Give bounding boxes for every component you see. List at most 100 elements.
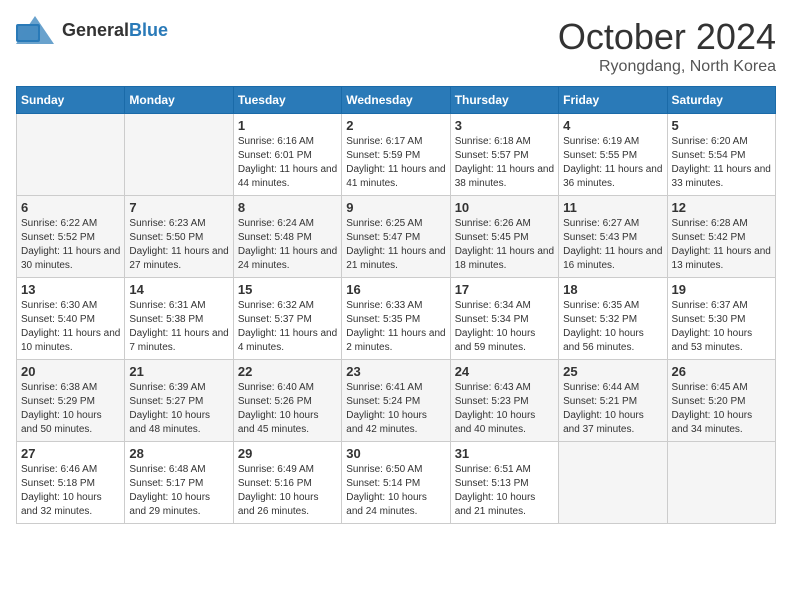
day-info: Sunrise: 6:51 AMSunset: 5:13 PMDaylight:… [455,463,554,519]
day-info: Sunrise: 6:34 AMSunset: 5:34 PMDaylight:… [455,299,554,355]
day-info: Sunrise: 6:44 AMSunset: 5:21 PMDaylight:… [563,381,662,437]
day-number: 6 [21,200,120,215]
calendar-cell [559,442,667,524]
calendar-cell: 22 Sunrise: 6:40 AMSunset: 5:26 PMDayligh… [233,360,341,442]
day-info: Sunrise: 6:19 AMSunset: 5:55 PMDaylight:… [563,135,662,191]
day-info: Sunrise: 6:46 AMSunset: 5:18 PMDaylight:… [21,463,120,519]
day-info: Sunrise: 6:16 AMSunset: 6:01 PMDaylight:… [238,135,337,191]
day-number: 17 [455,282,554,297]
day-number: 31 [455,446,554,461]
week-row-2: 6Sunrise: 6:22 AMSunset: 5:52 PMDaylight… [17,196,776,278]
day-number: 30 [346,446,445,461]
day-number: 22 [238,364,337,379]
day-info: Sunrise: 6:25 AMSunset: 5:47 PMDaylight:… [346,217,445,273]
day-number: 7 [129,200,228,215]
calendar-cell [125,114,233,196]
calendar-cell: 8Sunrise: 6:24 AMSunset: 5:48 PMDaylight… [233,196,341,278]
calendar-cell: 12 Sunrise: 6:28 AMSunset: 5:42 PMDayligh… [667,196,775,278]
calendar-cell: 9 Sunrise: 6:25 AMSunset: 5:47 PMDaylight… [342,196,450,278]
calendar-cell: 18 Sunrise: 6:35 AMSunset: 5:32 PMDayligh… [559,278,667,360]
weekday-header-wednesday: Wednesday [342,87,450,114]
calendar-cell: 10Sunrise: 6:26 AMSunset: 5:45 PMDayligh… [450,196,558,278]
location-title: Ryongdang, North Korea [558,58,776,76]
day-info: Sunrise: 6:41 AMSunset: 5:24 PMDaylight:… [346,381,445,437]
day-number: 9 [346,200,445,215]
day-info: Sunrise: 6:50 AMSunset: 5:14 PMDaylight:… [346,463,445,519]
calendar-cell: 11Sunrise: 6:27 AMSunset: 5:43 PMDayligh… [559,196,667,278]
calendar-cell: 21Sunrise: 6:39 AMSunset: 5:27 PMDayligh… [125,360,233,442]
day-info: Sunrise: 6:28 AMSunset: 5:42 PMDaylight:… [672,217,771,273]
calendar-cell: 29 Sunrise: 6:49 AMSunset: 5:16 PMDayligh… [233,442,341,524]
day-number: 16 [346,282,445,297]
day-info: Sunrise: 6:48 AMSunset: 5:17 PMDaylight:… [129,463,228,519]
day-info: Sunrise: 6:45 AMSunset: 5:20 PMDaylight:… [672,381,771,437]
calendar-cell: 24 Sunrise: 6:43 AMSunset: 5:23 PMDayligh… [450,360,558,442]
calendar-cell: 17 Sunrise: 6:34 AMSunset: 5:34 PMDayligh… [450,278,558,360]
day-number: 14 [129,282,228,297]
day-info: Sunrise: 6:23 AMSunset: 5:50 PMDaylight:… [129,217,228,273]
weekday-header-tuesday: Tuesday [233,87,341,114]
week-row-3: 13Sunrise: 6:30 AMSunset: 5:40 PMDayligh… [17,278,776,360]
day-info: Sunrise: 6:18 AMSunset: 5:57 PMDaylight:… [455,135,554,191]
calendar-cell: 31 Sunrise: 6:51 AMSunset: 5:13 PMDayligh… [450,442,558,524]
day-number: 28 [129,446,228,461]
day-number: 1 [238,118,337,133]
day-info: Sunrise: 6:37 AMSunset: 5:30 PMDaylight:… [672,299,771,355]
day-number: 4 [563,118,662,133]
calendar-cell: 13Sunrise: 6:30 AMSunset: 5:40 PMDayligh… [17,278,125,360]
month-title: October 2024 [558,16,776,58]
calendar-cell [667,442,775,524]
day-number: 13 [21,282,120,297]
calendar-cell: 7 Sunrise: 6:23 AMSunset: 5:50 PMDaylight… [125,196,233,278]
logo: General Blue [16,16,168,44]
calendar-cell: 23 Sunrise: 6:41 AMSunset: 5:24 PMDayligh… [342,360,450,442]
calendar-cell: 2 Sunrise: 6:17 AMSunset: 5:59 PMDaylight… [342,114,450,196]
calendar-cell: 6Sunrise: 6:22 AMSunset: 5:52 PMDaylight… [17,196,125,278]
logo-blue: Blue [129,20,168,41]
day-number: 12 [672,200,771,215]
title-section: October 2024 Ryongdang, North Korea [558,16,776,76]
day-number: 27 [21,446,120,461]
day-number: 2 [346,118,445,133]
day-info: Sunrise: 6:20 AMSunset: 5:54 PMDaylight:… [672,135,771,191]
logo-icon [16,16,54,44]
week-row-1: 1 Sunrise: 6:16 AMSunset: 6:01 PMDaylight… [17,114,776,196]
day-number: 29 [238,446,337,461]
day-number: 11 [563,200,662,215]
calendar-cell: 4 Sunrise: 6:19 AMSunset: 5:55 PMDaylight… [559,114,667,196]
calendar-cell: 26Sunrise: 6:45 AMSunset: 5:20 PMDayligh… [667,360,775,442]
calendar-table: SundayMondayTuesdayWednesdayThursdayFrid… [16,86,776,524]
calendar-cell: 30 Sunrise: 6:50 AMSunset: 5:14 PMDayligh… [342,442,450,524]
calendar-cell: 16 Sunrise: 6:33 AMSunset: 5:35 PMDayligh… [342,278,450,360]
day-number: 19 [672,282,771,297]
weekday-header-thursday: Thursday [450,87,558,114]
calendar-cell: 1 Sunrise: 6:16 AMSunset: 6:01 PMDaylight… [233,114,341,196]
day-info: Sunrise: 6:24 AMSunset: 5:48 PMDaylight:… [238,217,337,273]
day-number: 25 [563,364,662,379]
day-info: Sunrise: 6:35 AMSunset: 5:32 PMDaylight:… [563,299,662,355]
calendar-cell: 25 Sunrise: 6:44 AMSunset: 5:21 PMDayligh… [559,360,667,442]
day-number: 15 [238,282,337,297]
weekday-header-sunday: Sunday [17,87,125,114]
calendar-cell: 19 Sunrise: 6:37 AMSunset: 5:30 PMDayligh… [667,278,775,360]
calendar-cell: 28 Sunrise: 6:48 AMSunset: 5:17 PMDayligh… [125,442,233,524]
week-row-5: 27 Sunrise: 6:46 AMSunset: 5:18 PMDayligh… [17,442,776,524]
day-number: 23 [346,364,445,379]
calendar-cell: 3 Sunrise: 6:18 AMSunset: 5:57 PMDaylight… [450,114,558,196]
week-row-4: 20Sunrise: 6:38 AMSunset: 5:29 PMDayligh… [17,360,776,442]
calendar-cell: 5Sunrise: 6:20 AMSunset: 5:54 PMDaylight… [667,114,775,196]
day-info: Sunrise: 6:43 AMSunset: 5:23 PMDaylight:… [455,381,554,437]
day-number: 3 [455,118,554,133]
day-info: Sunrise: 6:39 AMSunset: 5:27 PMDaylight:… [129,381,228,437]
day-info: Sunrise: 6:40 AMSunset: 5:26 PMDaylight:… [238,381,337,437]
calendar-cell: 14 Sunrise: 6:31 AMSunset: 5:38 PMDayligh… [125,278,233,360]
day-info: Sunrise: 6:17 AMSunset: 5:59 PMDaylight:… [346,135,445,191]
day-number: 24 [455,364,554,379]
day-number: 18 [563,282,662,297]
day-info: Sunrise: 6:33 AMSunset: 5:35 PMDaylight:… [346,299,445,355]
day-info: Sunrise: 6:38 AMSunset: 5:29 PMDaylight:… [21,381,120,437]
day-info: Sunrise: 6:49 AMSunset: 5:16 PMDaylight:… [238,463,337,519]
weekday-header-row: SundayMondayTuesdayWednesdayThursdayFrid… [17,87,776,114]
logo-general: General [62,20,129,41]
day-info: Sunrise: 6:31 AMSunset: 5:38 PMDaylight:… [129,299,228,355]
